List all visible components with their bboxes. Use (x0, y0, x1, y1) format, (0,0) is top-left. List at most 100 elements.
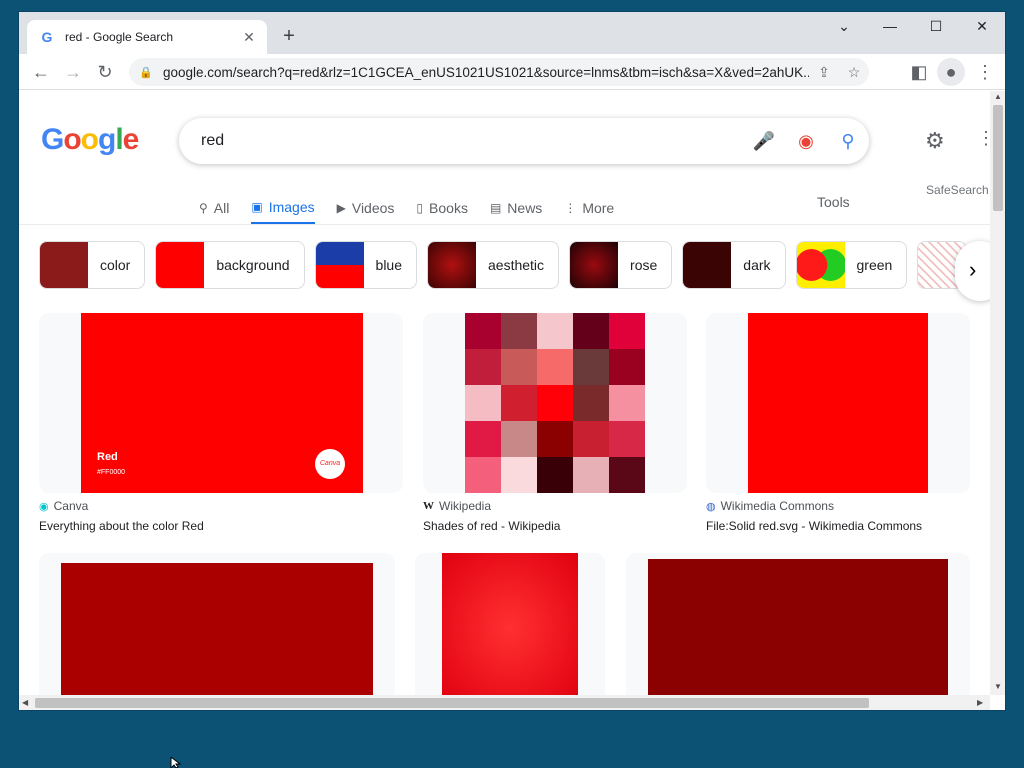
bookmark-star-icon[interactable]: ☆ (839, 64, 869, 81)
close-tab-icon[interactable]: ✕ (241, 29, 257, 46)
vertical-scrollbar[interactable]: ▲ ▼ (990, 91, 1005, 695)
red-image (748, 313, 928, 493)
chip-color[interactable]: color (39, 241, 146, 289)
result-source[interactable]: Canva (54, 499, 89, 513)
forward-button[interactable]: → (59, 58, 87, 86)
result-thumbnail (39, 553, 395, 695)
red-image: Red #FF0000 Canva (81, 313, 363, 493)
search-input[interactable]: red (201, 132, 743, 150)
search-icon[interactable]: ⚲ (827, 131, 869, 152)
overlay-title: Red (97, 451, 118, 463)
red-image (61, 563, 373, 695)
page-content: Google red 🎤 ◉ ⚲ ⚙ ⋮⋮ SafeSearch ⚲ All ▣ I… (19, 91, 990, 695)
tab-search-icon[interactable]: ⌄ (821, 12, 867, 42)
red-image (648, 559, 948, 695)
scroll-down-arrow-icon[interactable]: ▼ (994, 682, 1002, 691)
url-text: google.com/search?q=red&rlz=1C1GCEA_enUS… (163, 64, 809, 80)
chip-label: blue (375, 257, 402, 273)
camera-lens-icon[interactable]: ◉ (785, 131, 827, 152)
image-result[interactable] (626, 553, 970, 695)
more-vert-icon: ⋮ (564, 201, 577, 215)
browser-tab[interactable]: G red - Google Search ✕ (27, 20, 267, 54)
book-icon: ▯ (416, 201, 424, 215)
back-button[interactable]: ← (27, 58, 55, 86)
image-icon: ▣ (251, 199, 263, 214)
chip-label: aesthetic (488, 257, 545, 273)
canva-favicon-icon: ◉ (39, 500, 49, 513)
tab-label: Videos (351, 200, 395, 216)
chevron-right-icon[interactable]: › (955, 241, 990, 301)
chip-rose[interactable]: rose (569, 241, 673, 289)
result-source[interactable]: Wikipedia (439, 499, 491, 513)
tab-label: News (507, 200, 543, 216)
result-thumbnail (626, 553, 970, 695)
result-thumbnail (423, 313, 687, 493)
microphone-icon[interactable]: 🎤 (743, 131, 785, 152)
share-icon[interactable]: ⇪ (809, 64, 839, 81)
chip-thumbnail (156, 242, 205, 288)
search-icon: ⚲ (199, 201, 208, 215)
minimize-button[interactable]: — (867, 12, 913, 42)
scroll-right-arrow-icon[interactable]: ▶ (977, 698, 983, 707)
chip-label: background (216, 257, 290, 273)
tools-button[interactable]: Tools (817, 194, 850, 210)
tab-all[interactable]: ⚲ All (199, 191, 229, 225)
scroll-up-arrow-icon[interactable]: ▲ (994, 92, 1002, 101)
google-logo[interactable]: Google (41, 123, 139, 157)
chip-green[interactable]: green (795, 241, 908, 289)
safesearch-label[interactable]: SafeSearch (926, 183, 989, 197)
tab-videos[interactable]: ▶ Videos (337, 191, 395, 225)
wikipedia-favicon-icon: W (423, 500, 434, 512)
shades-grid-image (465, 313, 645, 493)
tab-label: All (213, 200, 230, 216)
tab-news[interactable]: ▤ News (490, 191, 542, 225)
tab-title: red - Google Search (65, 30, 174, 44)
chip-background[interactable]: background (155, 241, 305, 289)
result-caption[interactable]: Everything about the color Red (39, 519, 403, 533)
search-box[interactable]: red 🎤 ◉ ⚲ (179, 118, 869, 164)
address-bar[interactable]: 🔒 google.com/search?q=red&rlz=1C1GCEA_en… (129, 58, 869, 86)
mouse-cursor-icon (170, 757, 182, 768)
tab-more[interactable]: ⋮ More (564, 191, 614, 225)
tab-label: Books (429, 200, 468, 216)
side-panel-icon[interactable]: ◧ (905, 58, 933, 86)
tab-label: More (582, 200, 615, 216)
chip-thumbnail (570, 242, 619, 288)
chip-blue[interactable]: blue (314, 241, 417, 289)
chip-label: rose (630, 257, 658, 273)
result-caption[interactable]: Shades of red - Wikipedia (423, 519, 687, 533)
result-source[interactable]: Wikimedia Commons (721, 499, 834, 513)
reload-button[interactable]: ↻ (91, 58, 119, 86)
image-result[interactable]: ◍ Wikimedia Commons File:Solid red.svg - … (706, 313, 970, 533)
red-image (442, 553, 578, 695)
tab-images[interactable]: ▣ Images (251, 191, 315, 225)
search-tabs: ⚲ All ▣ Images ▶ Videos ▯ Books ▤ News ⋮ More (199, 191, 636, 225)
menu-kebab-icon[interactable]: ⋮ (971, 58, 999, 86)
horizontal-scroll-thumb[interactable] (35, 698, 869, 708)
horizontal-scrollbar[interactable]: ◀ ▶ (19, 695, 990, 710)
tab-label: Images (268, 198, 315, 215)
news-icon: ▤ (489, 201, 502, 215)
tab-books[interactable]: ▯ Books (416, 191, 468, 225)
vertical-scroll-thumb[interactable] (993, 105, 1003, 211)
image-result[interactable] (39, 553, 395, 695)
chip-label: green (856, 257, 893, 273)
chip-aesthetic[interactable]: aesthetic (427, 241, 560, 289)
result-caption[interactable]: File:Solid red.svg - Wikimedia Commons (706, 519, 970, 533)
image-result[interactable]: W Wikipedia Shades of red - Wikipedia (423, 313, 687, 533)
new-tab-button[interactable]: + (277, 24, 301, 48)
chip-label: dark (743, 257, 771, 273)
image-result[interactable]: Red #FF0000 Canva ◉ Canva Everything abou… (39, 313, 403, 533)
apps-grid-icon[interactable]: ⋮⋮ (977, 128, 990, 149)
divider (19, 224, 990, 225)
maximize-button[interactable]: ☐ (913, 12, 959, 42)
video-icon: ▶ (336, 201, 346, 215)
chip-dark[interactable]: dark (682, 241, 786, 289)
scroll-left-arrow-icon[interactable]: ◀ (22, 698, 28, 707)
profile-avatar-icon[interactable]: ● (937, 58, 965, 86)
settings-gear-icon[interactable]: ⚙ (925, 128, 945, 154)
image-result[interactable] (415, 553, 605, 695)
chip-thumbnail (796, 242, 845, 288)
close-window-button[interactable]: ✕ (959, 12, 1005, 42)
related-chips: color background blue aesthetic rose dar… (39, 241, 977, 289)
